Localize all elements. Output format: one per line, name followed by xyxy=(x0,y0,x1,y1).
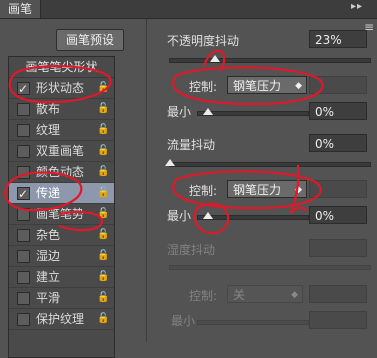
chevron-updown-icon: ◆ xyxy=(295,81,302,91)
checkbox[interactable] xyxy=(17,292,30,305)
wetness-control-extra-field xyxy=(309,285,367,303)
checkbox[interactable] xyxy=(17,229,30,242)
flow-min-slider[interactable] xyxy=(197,215,309,220)
brush-setting-label: 建立 xyxy=(36,270,61,284)
brush-setting-item[interactable]: 杂色 🔓 xyxy=(9,225,114,246)
brush-setting-item[interactable]: 传递 🔓 xyxy=(9,183,114,204)
brush-setting-item[interactable]: 纹理 🔓 xyxy=(9,120,114,141)
flow-jitter-slider-thumb[interactable] xyxy=(165,159,175,166)
brush-tip-shape-item[interactable]: 画笔笔尖形状 xyxy=(9,57,114,78)
lock-icon[interactable]: 🔓 xyxy=(97,267,109,287)
brush-setting-item[interactable]: 平滑 🔓 xyxy=(9,288,114,309)
lock-icon[interactable]: 🔓 xyxy=(97,99,109,119)
wetness-control-label: 控制: xyxy=(189,289,218,303)
tab-brush[interactable]: 画笔 xyxy=(0,0,41,18)
lock-icon[interactable]: 🔓 xyxy=(97,78,109,98)
lock-icon[interactable]: 🔓 xyxy=(97,309,109,329)
flow-control-select[interactable]: 钢笔压力 ◆ xyxy=(227,180,307,198)
brush-setting-label: 双重画笔 xyxy=(36,144,85,158)
brush-setting-label: 保护纹理 xyxy=(36,312,85,326)
chevron-updown-icon: ◆ xyxy=(291,290,298,300)
collapse-icon[interactable]: ▸▸ xyxy=(351,1,363,12)
checkbox[interactable] xyxy=(17,145,30,158)
opacity-jitter-label: 不透明度抖动 xyxy=(167,34,240,48)
opacity-control-select[interactable]: 钢笔压力 ◆ xyxy=(227,76,307,94)
opacity-control-label: 控制: xyxy=(189,80,218,94)
lock-icon[interactable]: 🔓 xyxy=(97,162,109,182)
wetness-control-value: 关 xyxy=(233,288,246,302)
flow-control-extra-field xyxy=(309,180,367,198)
lock-icon[interactable]: 🔓 xyxy=(97,246,109,266)
wetness-control-select: 关 ◆ xyxy=(227,285,303,303)
checkbox[interactable] xyxy=(17,103,30,116)
wetness-jitter-slider xyxy=(169,265,371,270)
chevron-updown-icon: ◆ xyxy=(295,185,302,195)
lock-icon[interactable]: 🔓 xyxy=(97,183,109,203)
wetness-min-label: 最小 xyxy=(171,314,196,328)
flow-control-label: 控制: xyxy=(189,184,218,198)
flow-jitter-slider[interactable] xyxy=(169,162,371,167)
panel-titlebar: 画笔 ▸▸ xyxy=(0,0,377,19)
opacity-control-value: 钢笔压力 xyxy=(233,79,282,93)
brush-setting-item[interactable]: 散布 🔓 xyxy=(9,99,114,120)
brush-setting-label: 平滑 xyxy=(36,291,61,305)
brush-setting-label: 杂色 xyxy=(36,228,61,242)
brush-setting-item[interactable]: 保护纹理 🔓 xyxy=(9,309,114,330)
opacity-min-value[interactable]: 0% xyxy=(309,102,367,120)
lock-icon[interactable]: 🔓 xyxy=(97,288,109,308)
checkbox[interactable] xyxy=(17,184,30,204)
brush-setting-label: 散布 xyxy=(36,102,61,116)
flow-control-value: 钢笔压力 xyxy=(233,183,282,197)
lock-icon[interactable]: 🔓 xyxy=(97,204,109,224)
checkbox[interactable] xyxy=(17,250,30,263)
flow-jitter-value[interactable]: 0% xyxy=(309,134,367,152)
brush-setting-label: 画笔笔势 xyxy=(36,207,85,221)
checkbox[interactable] xyxy=(17,124,30,137)
flow-jitter-label: 流量抖动 xyxy=(167,138,216,152)
checkbox[interactable] xyxy=(17,271,30,284)
brush-setting-label: 湿边 xyxy=(36,249,61,263)
opacity-jitter-slider-thumb[interactable] xyxy=(210,55,220,62)
opacity-control-extra-field xyxy=(309,76,367,94)
transfer-options: 不透明度抖动 23% 控制: 钢笔压力 ◆ 最小 0% 流量抖动 0% 控制: … xyxy=(147,19,377,342)
opacity-min-slider[interactable] xyxy=(197,111,309,116)
checkbox[interactable] xyxy=(17,79,30,99)
checkbox[interactable] xyxy=(17,208,30,221)
lock-icon[interactable]: 🔓 xyxy=(97,141,109,161)
opacity-jitter-value[interactable]: 23% xyxy=(309,30,367,48)
wetness-min-slider xyxy=(197,320,309,325)
brush-setting-item[interactable]: 画笔笔势 🔓 xyxy=(9,204,114,225)
brush-setting-label: 纹理 xyxy=(36,123,61,137)
opacity-min-label: 最小 xyxy=(167,105,192,119)
brush-setting-label: 颜色动态 xyxy=(36,165,85,179)
brush-presets-button[interactable]: 画笔预设 xyxy=(56,29,124,51)
brush-setting-item[interactable]: 双重画笔 🔓 xyxy=(9,141,114,162)
brush-setting-item[interactable]: 颜色动态 🔓 xyxy=(9,162,114,183)
lock-icon[interactable]: 🔓 xyxy=(97,225,109,245)
wetness-jitter-label: 湿度抖动 xyxy=(167,243,216,257)
checkbox[interactable] xyxy=(17,313,30,326)
brush-settings-list: 画笔笔尖形状 形状动态🔓散布🔓纹理🔓双重画笔🔓颜色动态🔓传递🔓画笔笔势🔓杂色🔓湿… xyxy=(8,56,115,358)
brush-settings-list-panel: 画笔预设 画笔笔尖形状 形状动态🔓散布🔓纹理🔓双重画笔🔓颜色动态🔓传递🔓画笔笔势… xyxy=(0,19,146,358)
brush-setting-item[interactable]: 湿边 🔓 xyxy=(9,246,114,267)
flow-min-slider-thumb[interactable] xyxy=(203,212,213,219)
opacity-min-slider-thumb[interactable] xyxy=(203,108,213,115)
brush-setting-label: 形状动态 xyxy=(36,81,85,95)
wetness-min-value xyxy=(309,311,367,329)
flow-min-value[interactable]: 0% xyxy=(309,206,367,224)
checkbox[interactable] xyxy=(17,166,30,179)
brush-setting-item[interactable]: 形状动态 🔓 xyxy=(9,78,114,99)
lock-icon[interactable]: 🔓 xyxy=(97,120,109,140)
opacity-jitter-slider[interactable] xyxy=(169,58,371,63)
wetness-jitter-value xyxy=(309,239,367,257)
brush-setting-item[interactable]: 建立 🔓 xyxy=(9,267,114,288)
flow-min-label: 最小 xyxy=(167,209,192,223)
brush-setting-label: 传递 xyxy=(36,186,61,200)
